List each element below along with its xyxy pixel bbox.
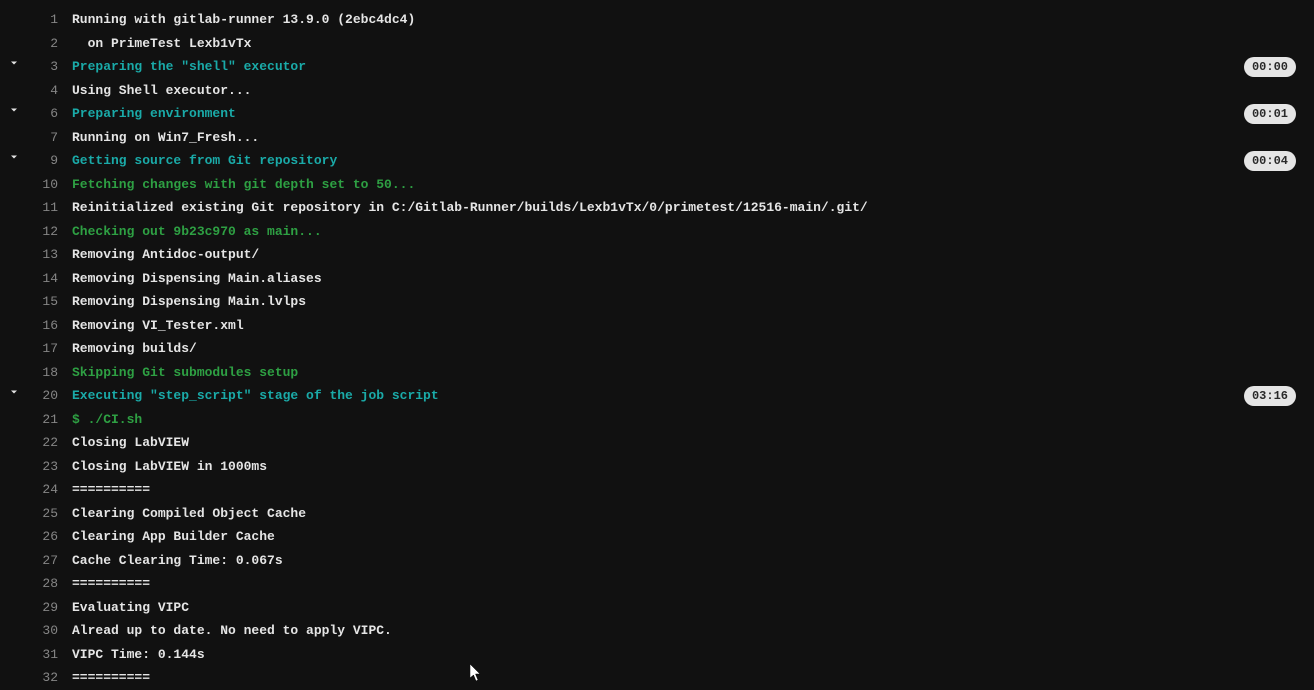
line-number[interactable]: 25 (28, 504, 62, 524)
line-number[interactable]: 9 (28, 151, 62, 171)
line-number[interactable]: 26 (28, 527, 62, 547)
log-line[interactable]: 24========== (0, 478, 1314, 502)
log-line[interactable]: 23Closing LabVIEW in 1000ms (0, 455, 1314, 479)
line-number[interactable]: 3 (28, 57, 62, 77)
log-line[interactable]: 25Clearing Compiled Object Cache (0, 502, 1314, 526)
line-number[interactable]: 16 (28, 316, 62, 336)
log-text: Preparing environment (62, 104, 1314, 124)
line-number[interactable]: 4 (28, 81, 62, 101)
log-line[interactable]: 18Skipping Git submodules setup (0, 361, 1314, 385)
line-number[interactable]: 17 (28, 339, 62, 359)
line-number[interactable]: 29 (28, 598, 62, 618)
chevron-down-icon (8, 151, 20, 163)
duration-badge: 00:00 (1244, 57, 1296, 77)
line-number[interactable]: 31 (28, 645, 62, 665)
log-text: Removing Dispensing Main.lvlps (62, 292, 1314, 312)
log-line[interactable]: 12Checking out 9b23c970 as main... (0, 220, 1314, 244)
log-line[interactable]: 30Alread up to date. No need to apply VI… (0, 619, 1314, 643)
line-number[interactable]: 7 (28, 128, 62, 148)
log-text: Cache Clearing Time: 0.067s (62, 551, 1314, 571)
log-text: Running on Win7_Fresh... (62, 128, 1314, 148)
log-text: Reinitialized existing Git repository in… (62, 198, 1314, 218)
line-number[interactable]: 20 (28, 386, 62, 406)
log-line[interactable]: 22Closing LabVIEW (0, 431, 1314, 455)
log-line[interactable]: 4Using Shell executor... (0, 79, 1314, 103)
ci-log-output: 1Running with gitlab-runner 13.9.0 (2ebc… (0, 8, 1314, 690)
log-line[interactable]: 1Running with gitlab-runner 13.9.0 (2ebc… (0, 8, 1314, 32)
line-number[interactable]: 1 (28, 10, 62, 30)
log-line[interactable]: 6Preparing environment00:01 (0, 102, 1314, 126)
log-text: Closing LabVIEW in 1000ms (62, 457, 1314, 477)
log-line[interactable]: 14Removing Dispensing Main.aliases (0, 267, 1314, 291)
line-number[interactable]: 27 (28, 551, 62, 571)
log-line[interactable]: 15Removing Dispensing Main.lvlps (0, 290, 1314, 314)
log-line[interactable]: 29Evaluating VIPC (0, 596, 1314, 620)
line-number[interactable]: 10 (28, 175, 62, 195)
line-number[interactable]: 14 (28, 269, 62, 289)
line-number[interactable]: 13 (28, 245, 62, 265)
log-line[interactable]: 31VIPC Time: 0.144s (0, 643, 1314, 667)
chevron-down-icon (8, 386, 20, 398)
log-line[interactable]: 11Reinitialized existing Git repository … (0, 196, 1314, 220)
collapse-toggle-col[interactable] (0, 151, 28, 163)
log-text: Alread up to date. No need to apply VIPC… (62, 621, 1314, 641)
chevron-down-icon (8, 57, 20, 69)
log-text: Preparing the "shell" executor (62, 57, 1314, 77)
log-line[interactable]: 2 on PrimeTest Lexb1vTx (0, 32, 1314, 56)
log-text: ========== (62, 668, 1314, 688)
log-line[interactable]: 28========== (0, 572, 1314, 596)
line-number[interactable]: 24 (28, 480, 62, 500)
duration-badge: 00:01 (1244, 104, 1296, 124)
collapse-toggle-col[interactable] (0, 57, 28, 69)
log-line[interactable]: 13Removing Antidoc-output/ (0, 243, 1314, 267)
log-line[interactable]: 9Getting source from Git repository00:04 (0, 149, 1314, 173)
log-line[interactable]: 16Removing VI_Tester.xml (0, 314, 1314, 338)
log-text: Clearing Compiled Object Cache (62, 504, 1314, 524)
line-number[interactable]: 23 (28, 457, 62, 477)
line-number[interactable]: 18 (28, 363, 62, 383)
log-text: Using Shell executor... (62, 81, 1314, 101)
line-number[interactable]: 15 (28, 292, 62, 312)
log-text: ========== (62, 574, 1314, 594)
line-number[interactable]: 21 (28, 410, 62, 430)
log-text: ========== (62, 480, 1314, 500)
log-text: Removing Dispensing Main.aliases (62, 269, 1314, 289)
log-text: Removing Antidoc-output/ (62, 245, 1314, 265)
log-text: VIPC Time: 0.144s (62, 645, 1314, 665)
log-text: Skipping Git submodules setup (62, 363, 1314, 383)
line-number[interactable]: 12 (28, 222, 62, 242)
log-text: Checking out 9b23c970 as main... (62, 222, 1314, 242)
duration-badge: 03:16 (1244, 386, 1296, 406)
log-line[interactable]: 20Executing "step_script" stage of the j… (0, 384, 1314, 408)
log-line[interactable]: 17Removing builds/ (0, 337, 1314, 361)
line-number[interactable]: 32 (28, 668, 62, 688)
line-number[interactable]: 6 (28, 104, 62, 124)
log-line[interactable]: 3Preparing the "shell" executor00:00 (0, 55, 1314, 79)
log-text: Removing VI_Tester.xml (62, 316, 1314, 336)
collapse-toggle-col[interactable] (0, 386, 28, 398)
line-number[interactable]: 11 (28, 198, 62, 218)
log-line[interactable]: 7Running on Win7_Fresh... (0, 126, 1314, 150)
log-text: Closing LabVIEW (62, 433, 1314, 453)
duration-badge: 00:04 (1244, 151, 1296, 171)
log-text: Clearing App Builder Cache (62, 527, 1314, 547)
log-text: on PrimeTest Lexb1vTx (62, 34, 1314, 54)
log-text: Running with gitlab-runner 13.9.0 (2ebc4… (62, 10, 1314, 30)
line-number[interactable]: 22 (28, 433, 62, 453)
log-line[interactable]: 26Clearing App Builder Cache (0, 525, 1314, 549)
log-line[interactable]: 27Cache Clearing Time: 0.067s (0, 549, 1314, 573)
line-number[interactable]: 2 (28, 34, 62, 54)
chevron-down-icon (8, 104, 20, 116)
log-text: Removing builds/ (62, 339, 1314, 359)
collapse-toggle-col[interactable] (0, 104, 28, 116)
log-text: Executing "step_script" stage of the job… (62, 386, 1314, 406)
line-number[interactable]: 30 (28, 621, 62, 641)
line-number[interactable]: 28 (28, 574, 62, 594)
log-line[interactable]: 21$ ./CI.sh (0, 408, 1314, 432)
log-text: Evaluating VIPC (62, 598, 1314, 618)
log-text: Fetching changes with git depth set to 5… (62, 175, 1314, 195)
log-text: $ ./CI.sh (62, 410, 1314, 430)
log-text: Getting source from Git repository (62, 151, 1314, 171)
log-line[interactable]: 10Fetching changes with git depth set to… (0, 173, 1314, 197)
